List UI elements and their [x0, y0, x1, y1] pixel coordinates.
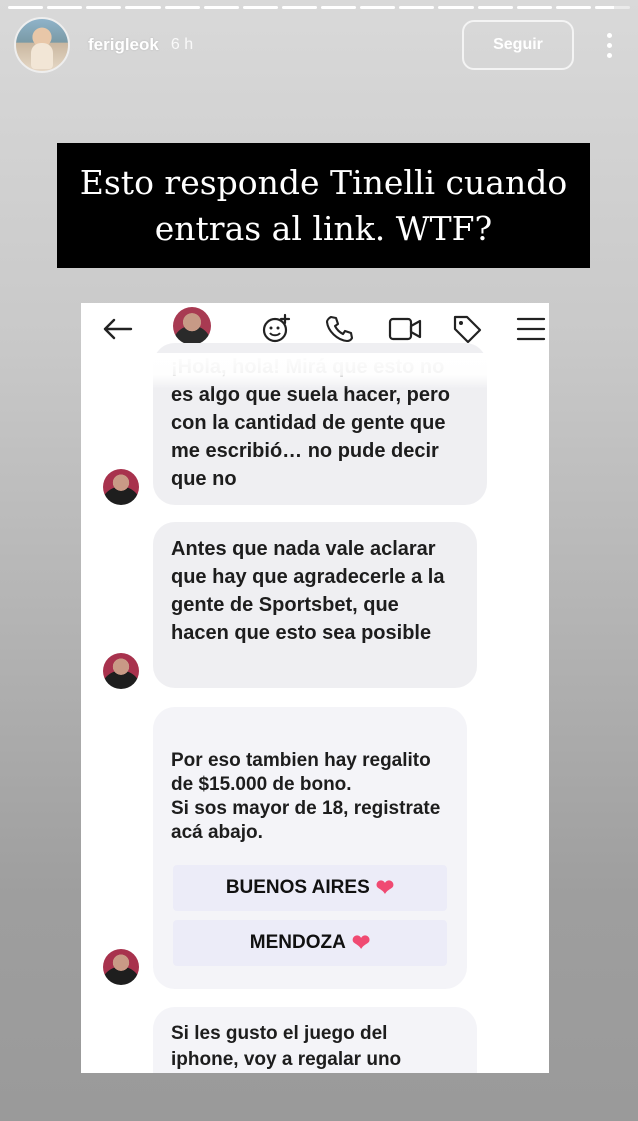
- story-progress: [8, 6, 630, 9]
- message-bubble: Antes que nada vale aclarar que hay que …: [153, 522, 477, 688]
- progress-segment: [8, 6, 44, 9]
- message-text: Por eso tambien hay regalito de $15.000 …: [171, 750, 441, 843]
- progress-segment: [438, 6, 474, 9]
- tag-icon[interactable]: [449, 311, 485, 347]
- progress-segment: [594, 6, 630, 9]
- sender-avatar[interactable]: [103, 653, 139, 689]
- progress-segment: [321, 6, 357, 9]
- phone-icon[interactable]: [321, 311, 357, 347]
- chat-screenshot: ¡Hola, hola! Mirá que esto no es algo qu…: [81, 303, 549, 1073]
- choice-label: MENDOZA: [249, 932, 346, 953]
- message-text: Antes que nada vale aclarar que hay que …: [171, 538, 445, 644]
- progress-segment: [47, 6, 83, 9]
- contact-avatar[interactable]: [173, 307, 211, 345]
- back-arrow-icon[interactable]: [99, 311, 135, 347]
- progress-segment: [164, 6, 200, 9]
- top-fade: [81, 353, 549, 389]
- progress-segment: [477, 6, 513, 9]
- heart-icon: ❤: [375, 875, 395, 900]
- user-avatar[interactable]: [14, 17, 70, 73]
- progress-segment: [360, 6, 396, 9]
- post-time: 6 h: [170, 36, 194, 53]
- username[interactable]: ferigleok: [88, 35, 159, 55]
- video-icon[interactable]: [387, 311, 423, 347]
- progress-segment: [281, 6, 317, 9]
- follow-button[interactable]: Seguir: [462, 20, 574, 70]
- progress-segment: [86, 6, 122, 9]
- story-caption: Esto responde Tinelli cuando entras al l…: [57, 143, 590, 268]
- message-text: Si les gusto el juego del iphone, voy a …: [171, 1023, 402, 1070]
- story-header: ferigleok 6 h Seguir: [14, 16, 624, 74]
- choice-label: BUENOS AIRES: [225, 877, 370, 898]
- menu-icon[interactable]: [513, 311, 549, 347]
- heart-icon: ❤: [351, 930, 371, 955]
- sender-avatar[interactable]: [103, 469, 139, 505]
- add-friend-icon[interactable]: [259, 311, 295, 347]
- more-options-icon[interactable]: [594, 20, 624, 70]
- choice-button-buenos-aires[interactable]: BUENOS AIRES ❤: [173, 865, 447, 911]
- progress-segment: [399, 6, 435, 9]
- sender-avatar[interactable]: [103, 949, 139, 985]
- message-bubble: Si les gusto el juego del iphone, voy a …: [153, 1007, 477, 1073]
- progress-segment: [242, 6, 278, 9]
- progress-segment: [203, 6, 239, 9]
- progress-segment: [516, 6, 552, 9]
- progress-segment: [555, 6, 591, 9]
- progress-segment: [125, 6, 161, 9]
- choice-button-mendoza[interactable]: MENDOZA ❤: [173, 920, 447, 966]
